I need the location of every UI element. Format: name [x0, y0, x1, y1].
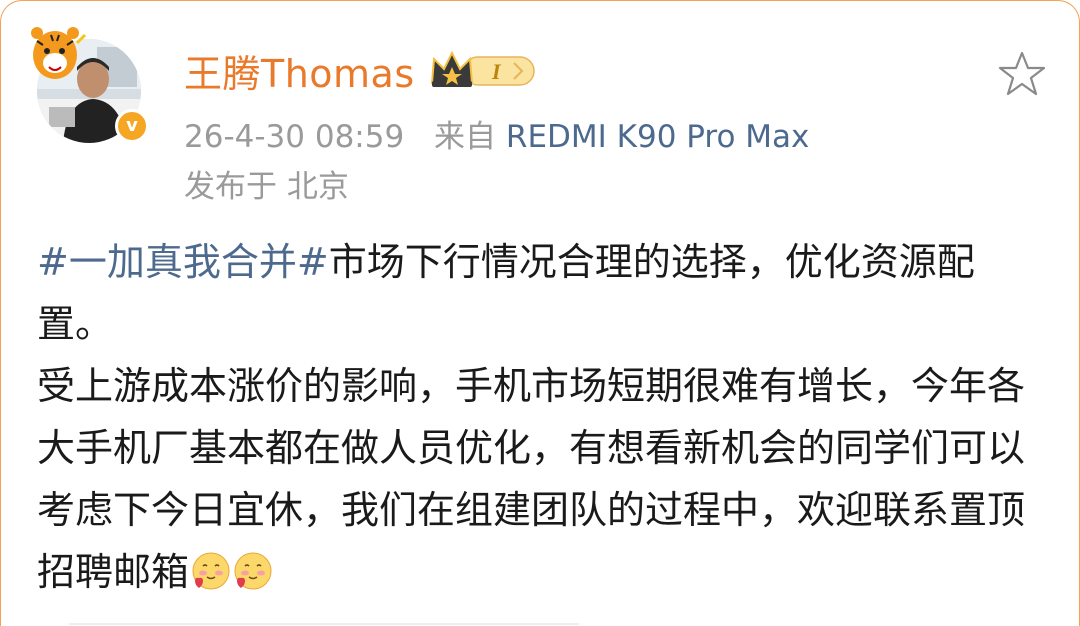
svg-text:I: I	[491, 59, 502, 84]
paragraph-2: 受上游成本涨价的影响，手机市场短期很难有增长，今年各大手机厂基本都在做人员优化，…	[37, 355, 1047, 603]
paragraph-2-text: 受上游成本涨价的影响，手机市场短期很难有增长，今年各大手机厂基本都在做人员优化，…	[37, 364, 1026, 594]
author-name[interactable]: 王腾Thomas	[184, 43, 415, 98]
post-content: #一加真我合并#市场下行情况合理的选择，优化资源配置。 受上游成本涨价的影响，手…	[37, 231, 1047, 603]
post-card: v 王腾Thomas I 26-4-30 08:59 来自 REDMI K90 …	[0, 0, 1080, 626]
topic-link[interactable]: #一加真我合并#	[37, 240, 329, 284]
post-location: 发布于 北京	[184, 169, 349, 205]
crown-badge-icon[interactable]: I	[428, 45, 540, 93]
post-date: 26-4-30 08:59	[184, 119, 405, 155]
divider	[69, 623, 579, 625]
source-prefix: 来自	[434, 119, 497, 155]
verified-badge-icon: v	[115, 109, 149, 143]
tiger-sticker-icon	[31, 27, 87, 79]
blushing-heart-emoji-icon	[234, 552, 272, 590]
star-icon[interactable]	[997, 49, 1047, 99]
avatar-group[interactable]: v	[31, 21, 149, 145]
paragraph-1: #一加真我合并#市场下行情况合理的选择，优化资源配置。	[37, 231, 1047, 355]
blushing-heart-emoji-icon	[192, 552, 230, 590]
post-meta: 26-4-30 08:59 来自 REDMI K90 Pro Max	[184, 111, 809, 156]
device-link[interactable]: REDMI K90 Pro Max	[506, 119, 810, 155]
